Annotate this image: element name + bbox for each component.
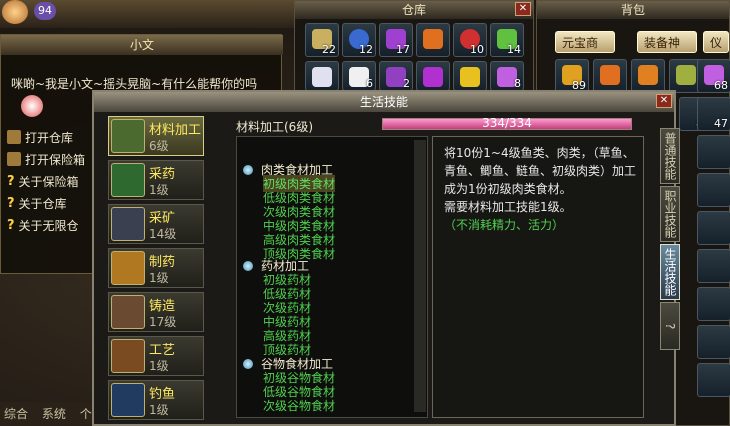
skill-material-processing[interactable]: 材料加工 6级: [108, 116, 204, 156]
bag-slot[interactable]: [631, 59, 665, 93]
warehouse-slot[interactable]: 12: [342, 23, 376, 57]
chest-icon: [7, 152, 21, 166]
life-skill-close-button[interactable]: ✕: [656, 94, 672, 108]
fishhook-icon: [111, 383, 145, 417]
about-infinite-option[interactable]: ? 关于无限仓: [7, 215, 79, 235]
question-icon: ?: [7, 217, 15, 233]
life-skill-window: 生活技能 ✕ 材料加工 6级 采药 1级 采矿 14级 制药 1级 铸造 17级 工艺 1级…: [92, 90, 680, 426]
warehouse-slot[interactable]: [416, 23, 450, 57]
warehouse-slot[interactable]: 17: [379, 23, 413, 57]
recipe-list: 肉类食材加工 初级肉类食材 低级肉类食材 次级肉类食材 中级肉类食材 高级肉类食…: [236, 136, 428, 418]
warehouse-title: 仓库: [295, 1, 533, 19]
player-bar: 94: [0, 0, 300, 28]
skill-progress-text: 334/334: [482, 116, 532, 130]
warehouse-slot[interactable]: 22: [305, 23, 339, 57]
warehouse-slot[interactable]: 14: [490, 23, 524, 57]
chest-icon: [7, 130, 21, 144]
about-safe-option[interactable]: ? 关于保险箱: [7, 171, 79, 191]
question-icon: ?: [7, 195, 15, 211]
recipe-description-text: 将10份1~4级鱼类、肉类，（草鱼、青鱼、鲫鱼、鲢鱼、初级肉类）加工成为1份初级…: [444, 146, 637, 232]
chat-tab-system[interactable]: 系统: [42, 407, 66, 421]
bag-slot[interactable]: [593, 59, 627, 93]
craft-icon: [111, 339, 145, 373]
skill-mining[interactable]: 采矿 14级: [108, 204, 204, 244]
category-bullet-icon[interactable]: [243, 261, 253, 271]
bag-slot[interactable]: [697, 249, 730, 283]
bag-slot[interactable]: 47: [697, 97, 730, 131]
life-skill-title: 生活技能: [94, 92, 674, 112]
open-warehouse-option[interactable]: 打开仓库: [7, 127, 73, 147]
warehouse-slot[interactable]: 2: [379, 61, 413, 91]
chat-tab-all[interactable]: 综合: [4, 407, 28, 421]
about-warehouse-option[interactable]: ? 关于仓库: [7, 193, 67, 213]
bag-extra-button[interactable]: 仪: [702, 31, 729, 53]
bag-slot[interactable]: [697, 211, 730, 245]
bag-slot[interactable]: [697, 287, 730, 321]
player-avatar[interactable]: [2, 0, 28, 24]
category-bullet-icon[interactable]: [243, 359, 253, 369]
warehouse-slot[interactable]: [453, 61, 487, 91]
open-safe-option[interactable]: 打开保险箱: [7, 149, 85, 169]
recipe-list-scrollbar[interactable]: [414, 140, 426, 412]
warehouse-slot[interactable]: 8: [490, 61, 524, 91]
question-icon: ?: [7, 173, 15, 189]
pickaxe-icon: [111, 207, 145, 241]
warehouse-slot[interactable]: 6: [342, 61, 376, 91]
category-bullet-icon[interactable]: [243, 165, 253, 175]
equip-forge-button[interactable]: 装备神炉: [636, 31, 697, 72]
npc-portrait-icon: [21, 95, 43, 117]
anvil-icon: [111, 295, 145, 329]
ingot-shop-button[interactable]: 元宝商店: [555, 31, 615, 72]
potion-icon: [111, 251, 145, 285]
warehouse-close-button[interactable]: ✕: [515, 2, 531, 16]
tab-class-skills[interactable]: 职业技能: [660, 186, 680, 242]
recipe-item[interactable]: 次级谷物食材: [263, 397, 335, 414]
bag-slot[interactable]: 89: [555, 59, 589, 93]
skill-casting[interactable]: 铸造 17级: [108, 292, 204, 332]
player-level: 94: [34, 2, 56, 20]
current-skill-header: 材料加工(6级): [236, 120, 313, 134]
material-icon: [111, 119, 145, 153]
herb-icon: [111, 163, 145, 197]
tab-normal-skills[interactable]: 普通技能: [660, 128, 680, 184]
bag-title: 背包: [537, 1, 729, 19]
skill-fishing[interactable]: 钓鱼 1级: [108, 380, 204, 420]
tab-life-skills[interactable]: 生活技能: [660, 244, 680, 300]
skill-herb-gathering[interactable]: 采药 1级: [108, 160, 204, 200]
skill-alchemy[interactable]: 制药 1级: [108, 248, 204, 288]
npc-title: 小文: [1, 35, 283, 55]
warehouse-slot[interactable]: [416, 61, 450, 91]
chat-tab-personal[interactable]: 个: [80, 407, 92, 421]
bag-slot[interactable]: [697, 363, 730, 397]
bag-slot[interactable]: [697, 325, 730, 359]
bag-slot[interactable]: 68: [697, 59, 730, 93]
tab-help[interactable]: ?: [660, 302, 680, 350]
warehouse-slot[interactable]: [305, 61, 339, 91]
warehouse-slot[interactable]: 10: [453, 23, 487, 57]
warehouse-window: 仓库 ✕ 22 12 17 10 14 6 2 8: [294, 0, 534, 92]
chat-tabs: 综合 系统 个: [0, 402, 92, 426]
bag-slot[interactable]: [697, 173, 730, 207]
skill-crafting[interactable]: 工艺 1级: [108, 336, 204, 376]
bag-slot[interactable]: [697, 135, 730, 169]
